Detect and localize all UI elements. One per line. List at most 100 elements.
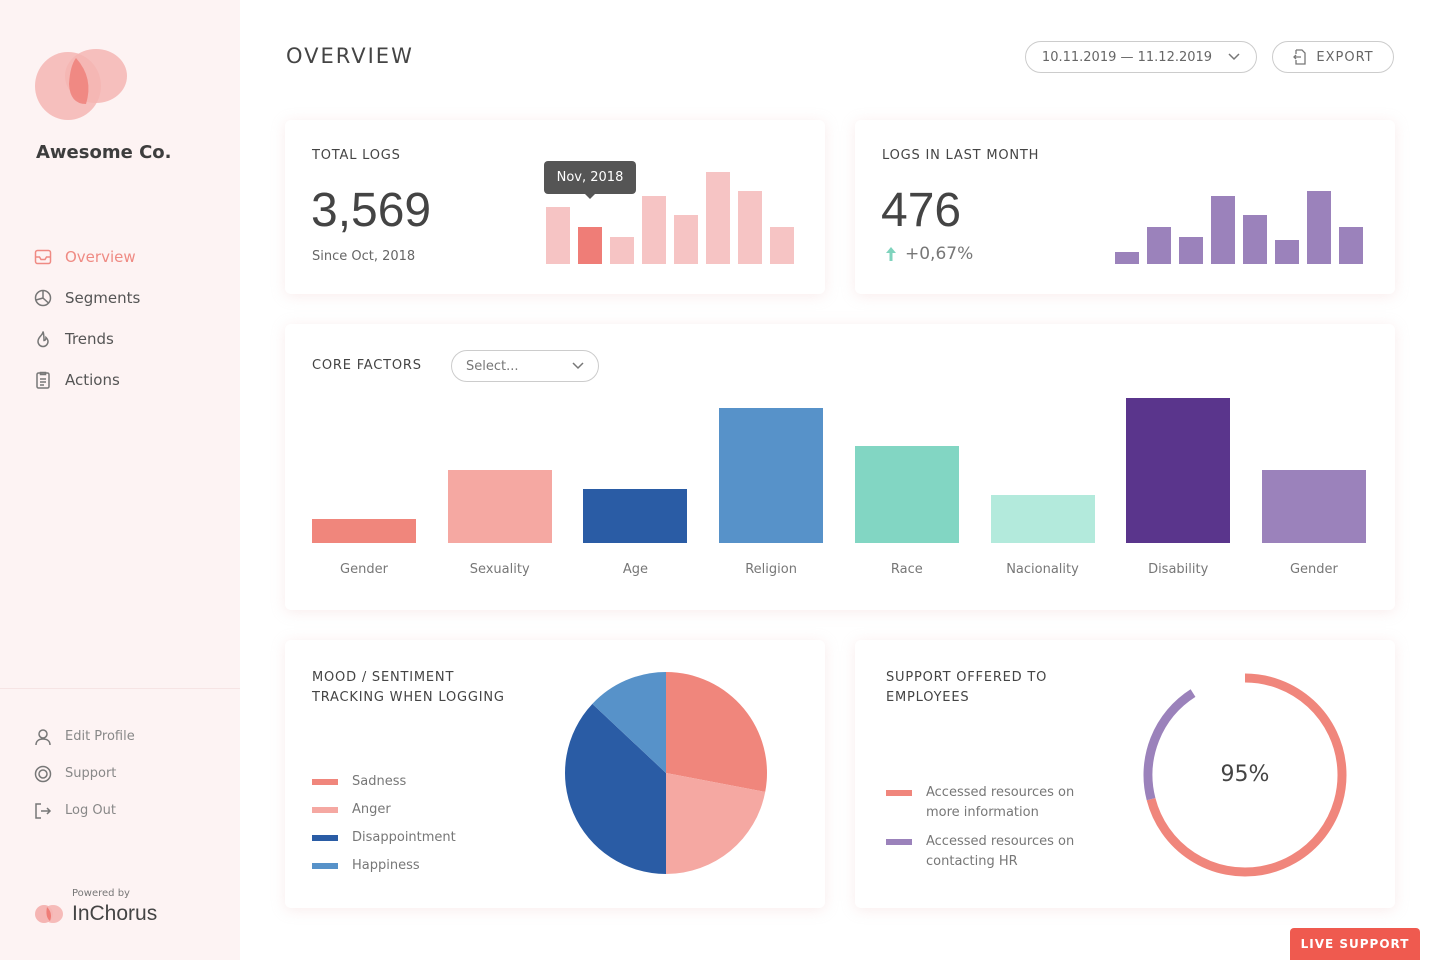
legend-label: Accessed resources on more information [926, 785, 1075, 820]
donut-center-label: 95% [1220, 762, 1270, 787]
nav-edit-profile[interactable]: Edit Profile [34, 718, 135, 755]
date-range-picker[interactable]: 10.11.2019 — 11.12.2019 [1025, 41, 1257, 73]
legend-label: Happiness [352, 858, 420, 873]
mood-pie-chart [565, 672, 767, 874]
lifebuoy-icon [34, 765, 52, 782]
change-value: +0,67% [905, 244, 974, 264]
core-factor-bar[interactable] [583, 489, 688, 543]
nav-label: Log Out [65, 803, 116, 818]
nav-segments[interactable]: Segments [34, 277, 140, 318]
core-factor-bar[interactable] [447, 470, 552, 543]
total-logs-bar[interactable] [706, 172, 730, 264]
total-logs-bar[interactable] [642, 196, 666, 264]
core-factor-label: Race [890, 562, 923, 577]
core-factor-label: Nacionality [1006, 562, 1079, 577]
nav-log-out[interactable]: Log Out [34, 792, 135, 829]
mood-title-line2: TRACKING WHEN LOGGING [312, 690, 505, 705]
legend-swatch [886, 839, 912, 845]
nav-label: Trends [65, 329, 114, 348]
core-factor-bar[interactable] [854, 446, 959, 543]
nav-label: Segments [65, 288, 141, 307]
core-factor-bar[interactable] [990, 495, 1095, 543]
chevron-down-icon [1228, 53, 1240, 61]
legend-swatch [312, 807, 338, 813]
inbox-icon [34, 249, 52, 264]
live-support-button[interactable]: LIVE SUPPORT [1290, 928, 1420, 960]
sidebar: Awesome Co. Overview Segments Trends Act… [0, 0, 240, 960]
export-button[interactable]: EXPORT [1272, 41, 1394, 73]
legend-swatch [312, 779, 338, 785]
core-factors-select[interactable]: Select... [451, 350, 599, 382]
legend-label: Sadness [352, 774, 407, 789]
core-factor-label: Gender [340, 562, 388, 577]
core-factor-bar[interactable] [1126, 398, 1231, 543]
last-month-bar[interactable] [1339, 227, 1363, 264]
flame-icon [37, 330, 49, 347]
legend-label: Accessed resources on contacting HR [926, 834, 1075, 869]
last-month-bar[interactable] [1147, 227, 1171, 264]
clipboard-icon [36, 371, 50, 389]
chevron-down-icon [572, 362, 584, 370]
nav-trends[interactable]: Trends [34, 318, 140, 359]
mood-title: MOOD / SENTIMENT TRACKING WHEN LOGGING [312, 668, 505, 708]
core-factor-bar[interactable] [719, 408, 824, 543]
core-factor-label: Disability [1148, 562, 1209, 577]
legend-item: Disappointment [312, 828, 456, 848]
nav-support[interactable]: Support [34, 755, 135, 792]
user-icon [35, 728, 51, 745]
legend-item: Anger [312, 800, 391, 820]
total-logs-title: TOTAL LOGS [312, 148, 401, 163]
last-month-bar[interactable] [1275, 240, 1299, 264]
main-nav: Overview Segments Trends Actions [34, 236, 140, 400]
company-name: Awesome Co. [36, 142, 172, 163]
export-label: EXPORT [1316, 49, 1374, 65]
legend-item: Sadness [312, 772, 406, 792]
core-factor-bar[interactable] [312, 519, 416, 543]
arrow-up-icon [886, 247, 896, 261]
last-month-bar[interactable] [1211, 196, 1235, 264]
last-month-value: 476 [881, 184, 962, 237]
logout-icon [35, 802, 52, 819]
last-month-bar[interactable] [1115, 252, 1139, 264]
last-month-bar[interactable] [1307, 191, 1331, 264]
last-month-title: LOGS IN LAST MONTH [882, 148, 1040, 163]
brand-name: InChorus [72, 902, 158, 925]
legend-label: Disappointment [352, 830, 456, 845]
legend-label: Anger [352, 802, 391, 817]
nav-label: Actions [65, 370, 120, 389]
donut-segment[interactable] [1143, 689, 1196, 801]
legend-swatch [312, 863, 338, 869]
pie-slice[interactable] [666, 672, 767, 792]
core-factors-title: CORE FACTORS [312, 358, 422, 373]
nav-overview[interactable]: Overview [34, 236, 140, 277]
legend-item: Accessed resources on contacting HR [886, 832, 1074, 872]
total-logs-bar[interactable] [578, 227, 602, 264]
nav-actions[interactable]: Actions [34, 359, 140, 400]
company-logo [35, 49, 127, 120]
core-factor-bar[interactable] [1261, 470, 1366, 543]
support-title-line1: SUPPORT OFFERED TO [886, 670, 1048, 685]
account-nav: Edit Profile Support Log Out [34, 718, 135, 829]
page-title: OVERVIEW [286, 44, 414, 68]
total-logs-bar[interactable] [770, 227, 794, 264]
sidebar-divider [0, 688, 240, 689]
mood-title-line1: MOOD / SENTIMENT [312, 670, 455, 685]
legend-item: Happiness [312, 856, 420, 876]
last-month-bar[interactable] [1179, 237, 1203, 264]
inchorus-brand: InChorus [34, 902, 157, 926]
total-logs-bar[interactable] [610, 237, 634, 264]
date-range-value: 10.11.2019 — 11.12.2019 [1041, 49, 1213, 65]
core-factor-label: Religion [745, 562, 797, 577]
legend-swatch [886, 790, 912, 796]
legend-swatch [312, 835, 338, 841]
nav-label: Support [65, 766, 117, 781]
support-title: SUPPORT OFFERED TO EMPLOYEES [886, 668, 1047, 708]
last-month-bar[interactable] [1243, 215, 1267, 264]
bar-tooltip: Nov, 2018 [544, 161, 636, 199]
total-logs-bar[interactable] [738, 191, 762, 264]
pie-chart-icon [34, 289, 52, 306]
select-placeholder: Select... [466, 358, 519, 374]
nav-label: Overview [65, 247, 136, 266]
total-logs-bar[interactable] [546, 207, 570, 264]
total-logs-bar[interactable] [674, 215, 698, 264]
